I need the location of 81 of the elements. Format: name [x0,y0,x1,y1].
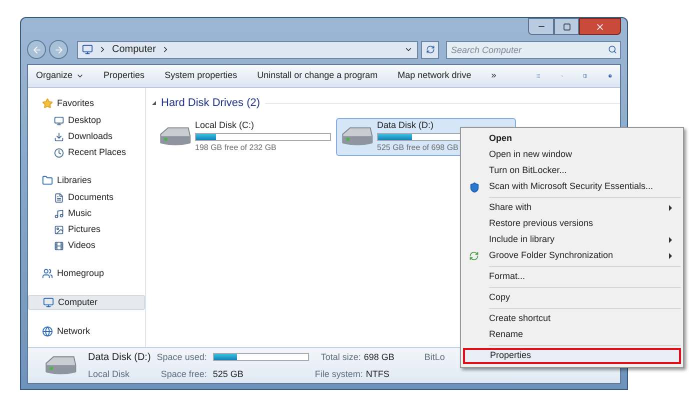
detail-name: Data Disk (D:) [88,350,151,365]
toolbar-button[interactable]: » [491,69,496,83]
toolbar-button[interactable]: Properties [104,69,145,83]
refresh-button[interactable] [421,40,439,58]
shield-icon [469,182,480,192]
minimize-button[interactable] [528,18,554,35]
forward-button[interactable] [49,40,68,59]
nav-item[interactable]: Favorites [28,96,145,111]
menu-item[interactable]: Include in library [463,232,681,248]
detail-label: File system: [314,368,363,381]
detail-label: Total size: [320,350,361,364]
submenu-arrow-icon [669,205,672,211]
nav-icon [54,240,64,250]
toolbar-button[interactable]: Map network drive [398,69,472,83]
nav-item[interactable]: Recent Places [28,146,145,159]
submenu-arrow-icon [669,253,672,259]
nav-item[interactable]: Music [28,207,145,220]
search-field[interactable]: Search Computer [446,40,621,58]
back-arrow-icon [32,44,42,54]
toolbar-button[interactable]: Organize [36,69,84,83]
nav-icon [54,208,64,218]
detail-value: NTFS [366,368,390,381]
nav-item[interactable]: Homegroup [28,266,145,281]
nav-item[interactable]: Documents [28,191,145,204]
detail-label: BitLo [424,350,445,364]
detail-value: 525 GB [212,368,244,381]
menu-item[interactable]: Share with [463,200,681,216]
nav-icon [54,116,64,126]
caret-icon [76,72,84,80]
menu-item[interactable]: Restore previous versions [463,216,681,232]
drive-tile[interactable]: Local Disk (C:) 198 GB free of 232 GB [154,118,334,156]
submenu-arrow-icon [669,237,672,243]
detail-value: 698 GB [364,350,394,364]
nav-item[interactable]: Desktop [28,114,145,127]
breadcrumb[interactable]: Computer [112,42,156,57]
free-space-text: 198 GB free of 232 GB [195,142,278,154]
nav-icon [43,297,54,308]
nav-icon [54,148,64,158]
back-button[interactable] [27,40,46,59]
drive-name: Local Disk (C:) [195,118,256,132]
collapse-arrow-icon[interactable] [152,101,156,106]
nav-icon [54,192,64,202]
nav-icon [42,175,53,186]
menu-item[interactable]: Format... [463,269,681,285]
toolbar-button[interactable]: System properties [164,69,238,83]
detail-type: Local Disk [88,368,131,381]
menu-item[interactable]: Scan with Microsoft Security Essentials... [463,179,681,195]
sync-icon [469,251,479,261]
detail-label: Space free: [160,368,207,381]
menu-item[interactable]: Properties [463,348,681,364]
nav-item[interactable]: Computer [28,295,145,310]
refresh-icon [426,45,434,54]
free-space-text: 525 GB free of 698 GB [377,142,460,154]
toolbar-button[interactable]: Uninstall or change a program [257,69,378,83]
menu-item[interactable]: Groove Folder Synchronization [463,248,681,264]
menu-item[interactable]: Turn on BitLocker... [463,163,681,179]
address-bar[interactable]: Computer [77,40,418,58]
menu-item[interactable]: Rename [463,327,681,343]
close-button[interactable] [579,18,621,35]
nav-icon [42,326,53,337]
nav-item[interactable]: Downloads [28,130,145,143]
nav-icon [42,98,53,109]
computer-icon [82,44,93,55]
nav-item[interactable]: Videos [28,239,145,252]
nav-item[interactable]: Pictures [28,223,145,236]
menu-item[interactable]: Create shortcut [463,311,681,327]
forward-arrow-icon [54,44,64,54]
maximize-button[interactable] [554,18,579,35]
detail-label: Space used: [156,350,207,364]
nav-icon [42,268,53,279]
maximize-icon [562,22,570,30]
group-header[interactable]: Hard Disk Drives (2) [161,95,260,112]
nav-icon [54,132,64,142]
nav-icon [54,224,64,234]
nav-item[interactable]: Network [28,324,145,339]
search-icon [608,44,617,54]
dropdown-icon[interactable] [404,45,413,54]
drive-name: Data Disk (D:) [377,118,435,132]
close-icon [595,22,605,32]
menu-item[interactable]: Copy [463,290,681,306]
nav-item[interactable]: Libraries [28,173,145,188]
